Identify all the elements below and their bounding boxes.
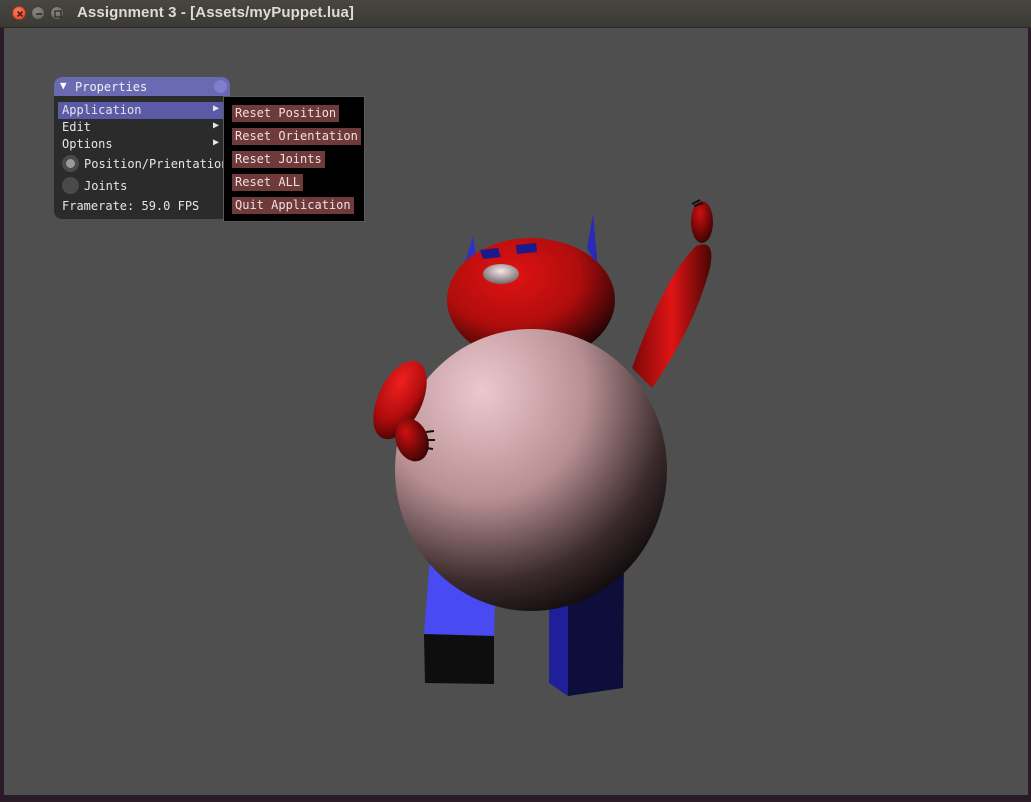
reset-all-button[interactable]: Reset ALL xyxy=(232,174,304,191)
window-title: Assignment 3 - [Assets/myPuppet.lua] xyxy=(77,4,354,21)
right-hand xyxy=(691,201,713,243)
radio-label-joints: Joints xyxy=(84,179,128,193)
title-bar[interactable]: Assignment 3 - [Assets/myPuppet.lua] xyxy=(0,0,1031,28)
menu-item-label: Options xyxy=(62,137,113,151)
reset-position-button[interactable]: Reset Position xyxy=(232,105,340,122)
mouth xyxy=(483,264,519,284)
puppet-torso xyxy=(395,329,667,611)
radio-label-position: Position/Prientation xyxy=(84,157,229,171)
framerate-text: Framerate: 59.0 FPS xyxy=(62,199,200,213)
panel-title-bar[interactable]: ▼ Properties xyxy=(54,77,230,96)
triangle-down-icon[interactable]: ▼ xyxy=(60,79,67,92)
right-arm xyxy=(632,244,712,388)
arrow-right-icon: ▶ xyxy=(213,137,220,148)
reset-orientation-button[interactable]: Reset Orientation xyxy=(232,128,361,145)
app-window: Assignment 3 - [Assets/myPuppet.lua] ▼ P… xyxy=(0,0,1031,802)
close-circle-icon[interactable] xyxy=(214,80,227,93)
menu-item-application[interactable]: Application ▶ xyxy=(58,102,226,119)
window-bottom-border xyxy=(0,795,1031,802)
arrow-right-icon: ▶ xyxy=(213,120,220,131)
maximize-icon[interactable] xyxy=(50,6,64,20)
left-foot xyxy=(424,634,494,684)
minimize-icon[interactable] xyxy=(31,6,45,20)
menu-item-edit[interactable]: Edit ▶ xyxy=(58,119,226,136)
panel-title: Properties xyxy=(75,80,148,94)
radio-position-orientation[interactable] xyxy=(62,155,79,172)
radio-joints[interactable] xyxy=(62,177,79,194)
close-icon[interactable] xyxy=(12,6,26,20)
menu-item-options[interactable]: Options ▶ xyxy=(58,136,226,153)
menu-item-label: Application xyxy=(62,103,142,117)
menu-item-label: Edit xyxy=(62,120,91,134)
reset-joints-button[interactable]: Reset Joints xyxy=(232,151,325,168)
properties-panel[interactable]: ▼ Properties Application ▶ Edit ▶ Option… xyxy=(54,77,230,219)
quit-application-button[interactable]: Quit Application xyxy=(232,197,354,214)
arrow-right-icon: ▶ xyxy=(213,103,220,114)
application-submenu: Reset Position Reset Orientation Reset J… xyxy=(223,96,365,222)
